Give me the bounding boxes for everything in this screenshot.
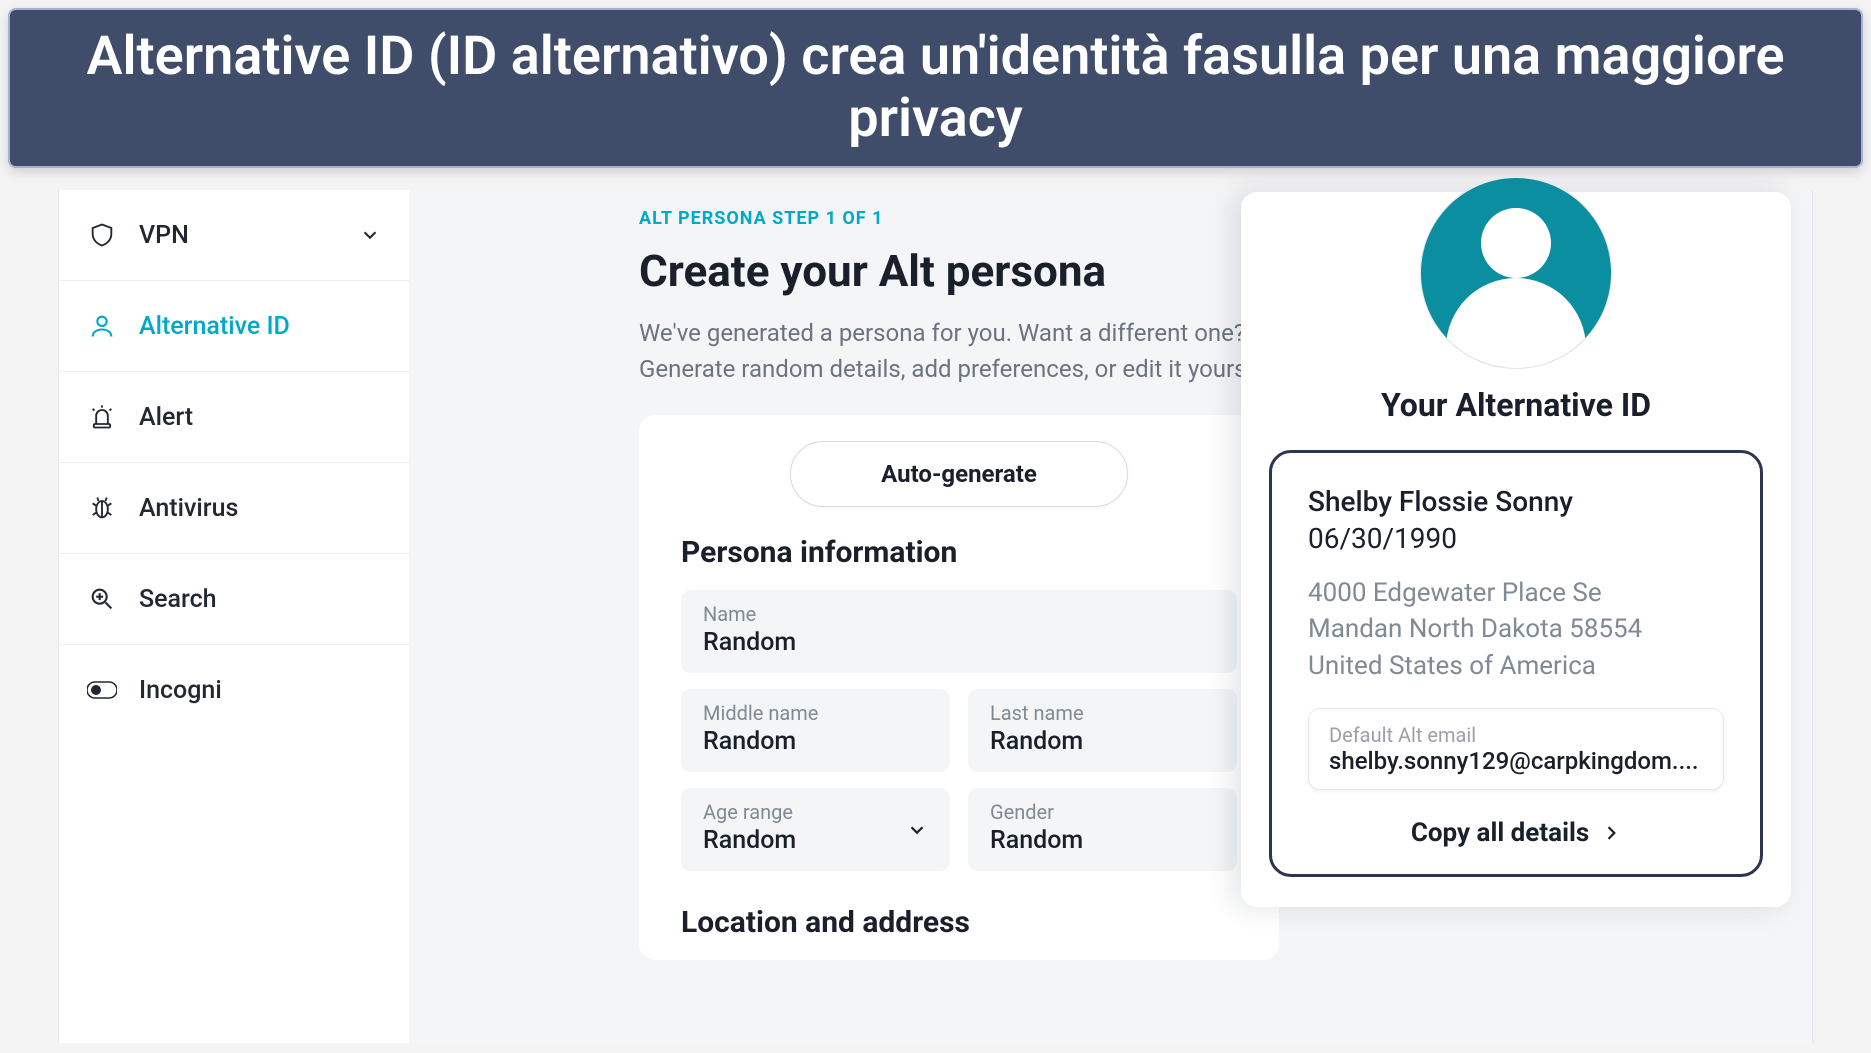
default-alt-email-box[interactable]: Default Alt email shelby.sonny129@carpki… (1308, 708, 1724, 790)
person-icon (87, 311, 117, 341)
sidebar-item-alert[interactable]: Alert (59, 372, 409, 463)
chevron-down-icon (906, 819, 928, 841)
last-name-field-value: Random (990, 727, 1215, 756)
chevron-right-icon (1601, 823, 1621, 843)
sidebar-item-incogni[interactable]: Incogni (59, 645, 409, 735)
sidebar-item-label: Search (139, 585, 217, 614)
sidebar-item-label: Alert (139, 403, 193, 432)
last-name-field[interactable]: Last name Random (968, 689, 1237, 772)
address-line-1: 4000 Edgewater Place Se (1308, 575, 1724, 611)
default-alt-email-value: shelby.sonny129@carpkingdom.... (1329, 747, 1703, 775)
gender-field-label: Gender (990, 800, 1215, 824)
location-section-title: Location and address (681, 905, 1237, 940)
persona-dob: 06/30/1990 (1308, 522, 1724, 555)
search-icon (87, 584, 117, 614)
age-range-field-label: Age range (703, 800, 928, 824)
persona-address: 4000 Edgewater Place Se Mandan North Dak… (1308, 575, 1724, 684)
sidebar-item-antivirus[interactable]: Antivirus (59, 463, 409, 554)
auto-generate-button[interactable]: Auto-generate (790, 441, 1128, 507)
persona-card: Auto-generate Persona information Name R… (639, 415, 1279, 960)
overlay-banner: Alternative ID (ID alternativo) crea un'… (8, 8, 1863, 168)
copy-all-details-label: Copy all details (1411, 818, 1589, 848)
chevron-down-icon (359, 224, 381, 246)
sidebar-item-vpn[interactable]: VPN (59, 190, 409, 281)
sidebar-item-alternative-id[interactable]: Alternative ID (59, 281, 409, 372)
shield-icon (87, 220, 117, 250)
gender-field-value: Random (990, 826, 1215, 855)
sidebar-item-label: Alternative ID (139, 312, 290, 341)
avatar-wrap (1269, 168, 1763, 368)
alternative-id-details: Shelby Flossie Sonny 06/30/1990 4000 Edg… (1269, 450, 1763, 877)
age-range-field-value: Random (703, 826, 928, 855)
persona-name: Shelby Flossie Sonny (1308, 485, 1724, 518)
address-line-2: Mandan North Dakota 58554 (1308, 611, 1724, 647)
sidebar-item-label: Antivirus (139, 494, 238, 523)
persona-section-title: Persona information (681, 535, 1237, 570)
name-field[interactable]: Name Random (681, 590, 1237, 673)
last-name-field-label: Last name (990, 701, 1215, 725)
overlay-banner-text: Alternative ID (ID alternativo) crea un'… (86, 25, 1784, 150)
gender-field[interactable]: Gender Random (968, 788, 1237, 871)
sidebar-item-label: Incogni (139, 676, 222, 705)
middle-name-field-label: Middle name (703, 701, 928, 725)
page-lead: We've generated a persona for you. Want … (639, 315, 1299, 387)
address-line-3: United States of America (1308, 648, 1724, 684)
toggle-icon (87, 675, 117, 705)
bug-icon (87, 493, 117, 523)
sidebar-item-label: VPN (139, 221, 189, 250)
alternative-id-card: Your Alternative ID Shelby Flossie Sonny… (1241, 192, 1791, 907)
alternative-id-title: Your Alternative ID (1269, 386, 1763, 424)
age-range-field[interactable]: Age range Random (681, 788, 950, 871)
middle-name-field[interactable]: Middle name Random (681, 689, 950, 772)
avatar (1421, 178, 1611, 368)
default-alt-email-label: Default Alt email (1329, 723, 1703, 747)
sidebar-item-search[interactable]: Search (59, 554, 409, 645)
copy-all-details-button[interactable]: Copy all details (1308, 818, 1724, 848)
siren-icon (87, 402, 117, 432)
sidebar: VPN Alternative ID Alert Antivirus (59, 190, 409, 1043)
name-field-label: Name (703, 602, 1215, 626)
middle-name-field-value: Random (703, 727, 928, 756)
name-field-value: Random (703, 628, 1215, 657)
